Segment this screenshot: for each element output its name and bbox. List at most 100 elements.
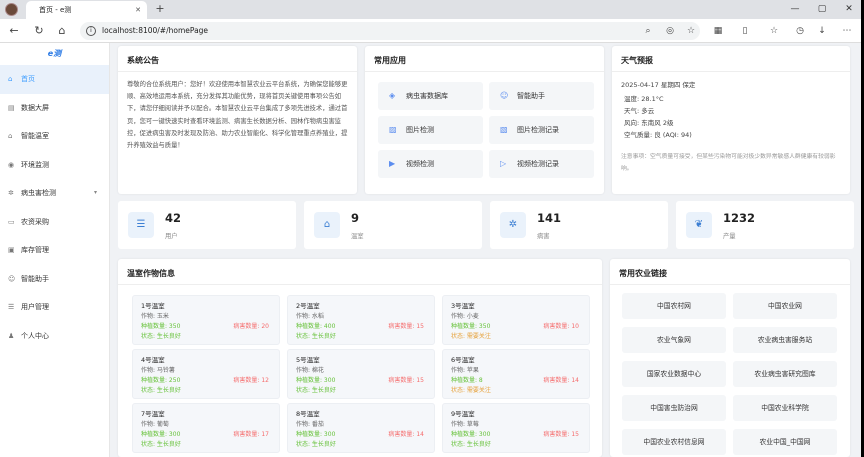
greenhouse-title: 温室作物信息	[127, 269, 175, 278]
sidebar-item-label: 首页	[21, 75, 35, 83]
greenhouse-item[interactable]: 1号温室 作物: 玉米 种植数量: 350 病害数量: 20 状态: 生长良好	[132, 295, 280, 345]
greenhouse-crop: 作物: 小麦	[451, 313, 479, 320]
greenhouse-item[interactable]: 9号温室 作物: 草莓 种植数量: 300 病害数量: 15 状态: 生长良好	[442, 403, 590, 453]
link-button[interactable]: 农业中国_中国网	[733, 429, 837, 455]
sidebar-item[interactable]: ▭ 农资采购	[0, 208, 109, 237]
greenhouse-status: 状态: 需要关注	[451, 333, 491, 340]
greenhouse-item[interactable]: 6号温室 作物: 苹果 种植数量: 8 病害数量: 14 状态: 需要关注	[442, 349, 590, 399]
more-menu-icon[interactable]: ⋯	[840, 24, 854, 38]
favorite-star-icon[interactable]: ☆	[684, 24, 698, 38]
back-icon[interactable]: ←	[7, 24, 21, 38]
greenhouse-status: 状态: 生长良好	[296, 387, 336, 394]
link-button[interactable]: 农业病虫害服务站	[733, 327, 837, 353]
greenhouse-icon: ⌂	[8, 132, 13, 140]
users-icon: ☰	[128, 212, 154, 238]
robot-icon: ☺	[500, 91, 509, 100]
greenhouse-status: 状态: 需要关注	[451, 387, 491, 394]
link-button[interactable]: 国家农业数据中心	[622, 361, 726, 387]
close-window-icon[interactable]: ✕	[839, 2, 859, 16]
sidebar-item[interactable]: ⌂ 智能温室	[0, 122, 109, 151]
greenhouse-card: 温室作物信息 1号温室 作物: 玉米 种植数量: 350 病害数量: 20 状态: 生长…	[118, 259, 602, 457]
greenhouse-disease: 病害数量: 17	[233, 431, 269, 438]
greenhouse-crop: 作物: 草莓	[451, 421, 479, 428]
maximize-icon[interactable]: ▢	[812, 2, 832, 16]
downloads-icon[interactable]: ↓	[815, 24, 829, 38]
chevron-down-icon: ▾	[93, 189, 97, 196]
url-bar[interactable]: i localhost:8100/#/homePage	[80, 22, 700, 40]
link-button[interactable]: 中国农业科学院	[733, 395, 837, 421]
link-button[interactable]: 中国农业网	[733, 293, 837, 319]
greenhouse-item[interactable]: 4号温室 作物: 马铃薯 种植数量: 250 病害数量: 12 状态: 生长良好	[132, 349, 280, 399]
greenhouse-icon: ⌂	[314, 212, 340, 238]
greenhouse-name: 6号温室	[451, 356, 475, 364]
browser-tab[interactable]: 首页 - e测 ✕	[26, 1, 147, 19]
greenhouse-disease: 病害数量: 14	[543, 377, 579, 384]
greenhouse-planted: 种植数量: 300	[141, 431, 181, 438]
greenhouse-crop: 作物: 番茄	[296, 421, 324, 428]
app-button[interactable]: ◈ 病虫害数据库	[378, 82, 483, 110]
app-button[interactable]: ▷ 视频检测记录	[489, 150, 594, 178]
app-label: 智能助手	[517, 92, 545, 100]
weather-line: 天气: 多云	[624, 107, 655, 115]
site-info-icon[interactable]: i	[86, 26, 96, 36]
sidebar-item-label: 用户管理	[21, 303, 49, 311]
greenhouse-crop: 作物: 葡萄	[141, 421, 169, 428]
app-button[interactable]: ▶ 视频检测	[378, 150, 483, 178]
greenhouse-planted: 种植数量: 300	[451, 431, 491, 438]
weather-date: 2025-04-17 星期四 保定	[621, 81, 696, 89]
greenhouse-item[interactable]: 2号温室 作物: 水稻 种植数量: 400 病害数量: 15 状态: 生长良好	[287, 295, 435, 345]
stat-label: 用户	[165, 233, 178, 240]
greenhouse-name: 5号温室	[296, 356, 320, 364]
greenhouse-status: 状态: 生长良好	[141, 387, 181, 394]
weather-line: 风向: 东南风 2级	[624, 119, 674, 127]
sidebar-item[interactable]: ☰ 用户管理	[0, 293, 109, 322]
greenhouse-item[interactable]: 5号温室 作物: 棉花 种植数量: 300 病害数量: 15 状态: 生长良好	[287, 349, 435, 399]
sidebar-item[interactable]: ♟ 个人中心	[0, 322, 109, 351]
sidebar-item[interactable]: ⌂ 首页	[0, 65, 109, 94]
stat-label: 病害	[537, 233, 550, 240]
link-button[interactable]: 中国害虫防治网	[622, 395, 726, 421]
link-button[interactable]: 农业气象网	[622, 327, 726, 353]
sidebar-item[interactable]: ▣ 库存管理	[0, 236, 109, 265]
app-label: 视频检测	[406, 160, 434, 168]
app-label: 图片检测记录	[517, 126, 559, 134]
read-aloud-icon[interactable]: ◎	[663, 24, 677, 38]
stat-label: 温室	[351, 233, 364, 240]
image-icon: ▨	[389, 125, 397, 134]
close-tab-icon[interactable]: ✕	[135, 1, 141, 19]
sidebar-item[interactable]: ◉ 环境监测	[0, 151, 109, 180]
app-button[interactable]: ▨ 图片检测	[378, 116, 483, 144]
reload-icon[interactable]: ↻	[32, 24, 46, 38]
app-button[interactable]: ☺ 智能助手	[489, 82, 594, 110]
favorites-icon[interactable]: ☆	[767, 24, 781, 38]
greenhouse-item[interactable]: 3号温室 作物: 小麦 种植数量: 350 病害数量: 10 状态: 需要关注	[442, 295, 590, 345]
minimize-icon[interactable]: —	[785, 2, 805, 16]
sidebar-item[interactable]: ☺ 智能助手	[0, 265, 109, 294]
bug-icon: ✲	[500, 212, 526, 238]
notice-text: 尊敬的合位系统用户：您好！欢迎使用本智慧农业云平台系统，为确保您能够更顺、高效地…	[127, 81, 348, 150]
app-button[interactable]: ▧ 图片检测记录	[489, 116, 594, 144]
extension-icon[interactable]: ▯	[738, 24, 752, 38]
sidebar-item[interactable]: ▤ 数据大屏	[0, 94, 109, 123]
home-icon[interactable]: ⌂	[55, 24, 69, 38]
greenhouse-item[interactable]: 7号温室 作物: 葡萄 种植数量: 300 病害数量: 17 状态: 生长良好	[132, 403, 280, 453]
apps-card: 常用应用 ◈ 病虫害数据库 ☺ 智能助手 ▨ 图片检测 ▧ 图片检测记录 ▶ 视频检测 ▷ 视频检测记…	[365, 46, 604, 194]
cart-icon: ▭	[8, 217, 15, 226]
greenhouse-disease: 病害数量: 10	[543, 323, 579, 330]
zoom-icon[interactable]: ⌕	[641, 24, 655, 38]
history-icon[interactable]: ◷	[793, 24, 807, 38]
person-icon: ♟	[8, 331, 15, 340]
link-button[interactable]: 农业病虫害研究图库	[733, 361, 837, 387]
collections-icon[interactable]: ▦	[711, 24, 725, 38]
profile-avatar[interactable]	[5, 3, 18, 16]
greenhouse-status: 状态: 生长良好	[141, 441, 181, 448]
greenhouse-name: 2号温室	[296, 302, 320, 310]
greenhouse-planted: 种植数量: 350	[141, 323, 181, 330]
greenhouse-disease: 病害数量: 14	[388, 431, 424, 438]
sidebar-item[interactable]: ✲ 病虫害检测 ▾	[0, 179, 109, 208]
new-tab-icon[interactable]: +	[152, 1, 168, 17]
greenhouse-item[interactable]: 8号温室 作物: 番茄 种植数量: 300 病害数量: 14 状态: 生长良好	[287, 403, 435, 453]
link-button[interactable]: 中国农业农村信息网	[622, 429, 726, 455]
link-button[interactable]: 中国农村网	[622, 293, 726, 319]
greenhouse-planted: 种植数量: 8	[451, 377, 483, 384]
